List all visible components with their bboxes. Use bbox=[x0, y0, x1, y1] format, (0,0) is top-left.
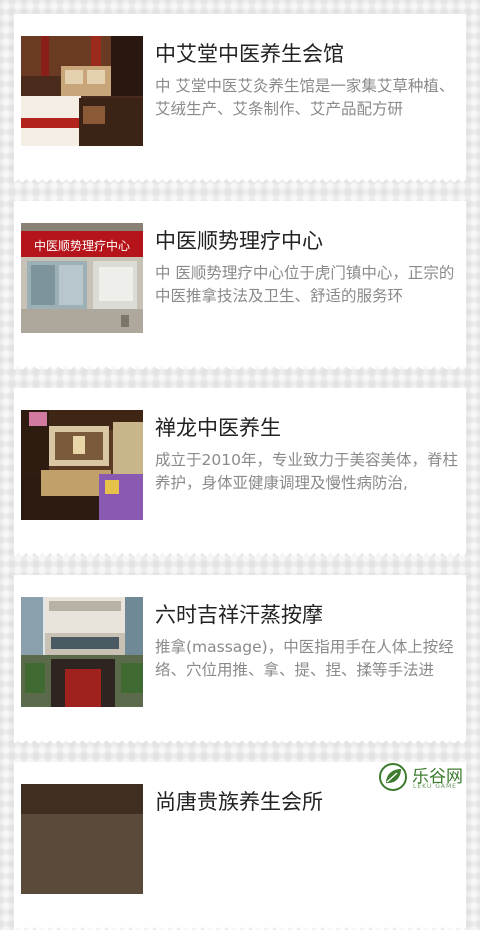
listing-description bbox=[155, 823, 460, 869]
storefront-photo: 中医顺势理疗中心 bbox=[21, 223, 143, 333]
list-item[interactable]: 中艾堂中医养生会馆 中 艾堂中医艾灸养生馆是一家集艾草种植、艾绒生产、艾条制作、… bbox=[14, 14, 466, 182]
listing-title: 中医顺势理疗中心 bbox=[155, 229, 323, 253]
listing-title: 六时吉祥汗蒸按摩 bbox=[155, 603, 323, 627]
listing-description: 中 艾堂中医艾灸养生馆是一家集艾草种植、艾绒生产、艾条制作、艾产品配方研 bbox=[155, 77, 455, 118]
list-item[interactable]: 六时吉祥汗蒸按摩 推拿(massage)，中医指用手在人体上按经络、穴位用推、拿… bbox=[14, 575, 466, 743]
listing-description: 中 医顺势理疗中心位于虎门镇中心，正宗的中医推拿技法及卫生、舒适的服务环 bbox=[155, 264, 455, 305]
list-item[interactable]: 禅龙中医养生 成立于2010年，专业致力于美容美体，脊柱养护，身体亚健康调理及慢… bbox=[14, 388, 466, 556]
partial-photo bbox=[21, 784, 143, 894]
massage-room-photo bbox=[21, 36, 143, 146]
listing-description: 推拿(massage)，中医指用手在人体上按经络、穴位用推、拿、提、捏、揉等手法… bbox=[155, 638, 454, 679]
store-sign-text: 中医顺势理疗中心 bbox=[34, 238, 130, 253]
list-item[interactable]: 中医顺势理疗中心 中医顺势理疗中心 中 医顺势理疗中心位于虎门镇中心，正宗的中医… bbox=[14, 201, 466, 369]
site-watermark: 乐谷网 LEKU GAME bbox=[378, 760, 470, 796]
listing-description: 成立于2010年，专业致力于美容美体，脊柱养护，身体亚健康调理及慢性病防治, bbox=[155, 451, 458, 492]
reception-desk-photo bbox=[21, 410, 143, 520]
watermark-subtext: LEKU GAME bbox=[413, 783, 457, 790]
building-exterior-photo bbox=[21, 597, 143, 707]
listing-title: 中艾堂中医养生会馆 bbox=[155, 42, 344, 66]
leaf-logo-icon bbox=[379, 763, 407, 791]
listing-title: 禅龙中医养生 bbox=[155, 416, 281, 440]
